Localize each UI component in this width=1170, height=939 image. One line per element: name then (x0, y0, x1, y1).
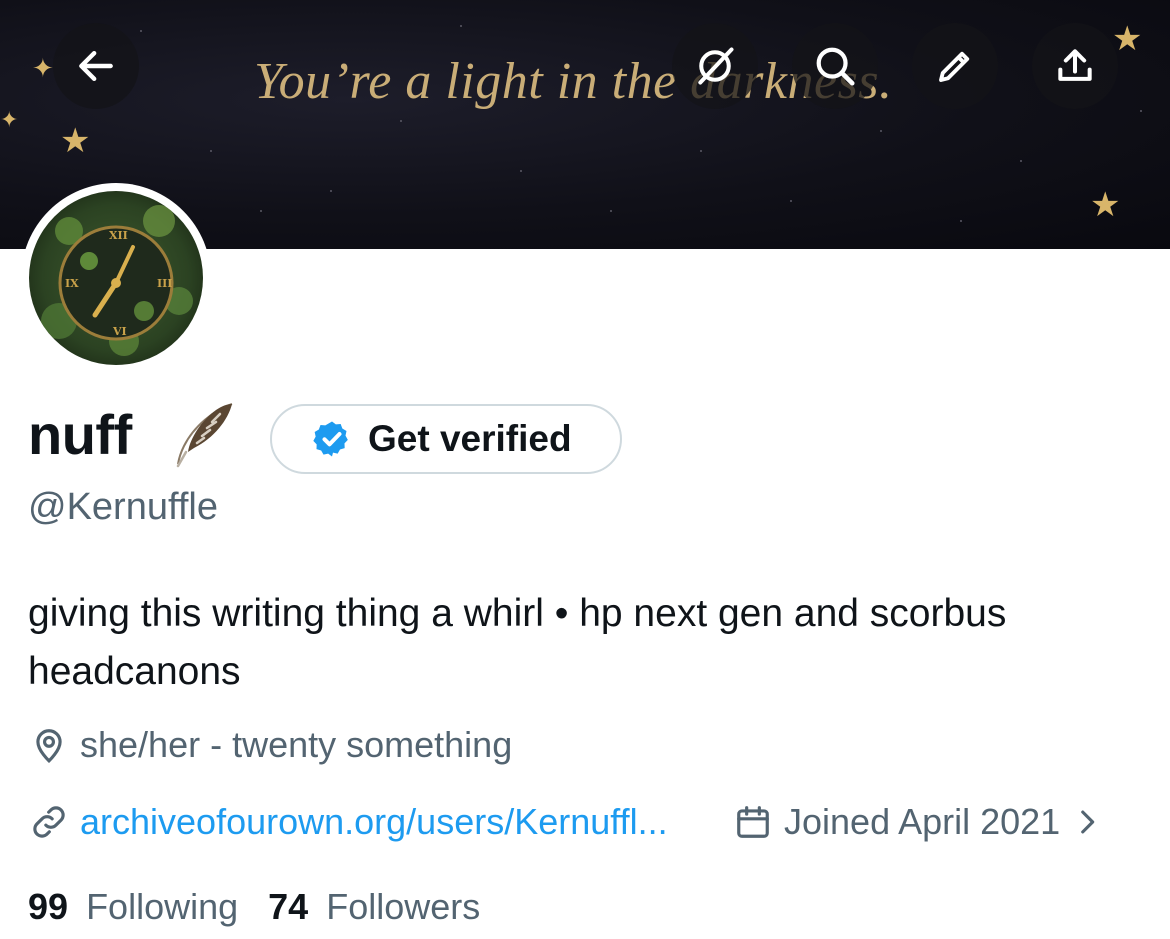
svg-text:VI: VI (112, 325, 127, 338)
verified-badge-icon (313, 421, 348, 457)
link-icon (33, 806, 65, 838)
following-link[interactable]: 99 Following (28, 886, 238, 928)
get-verified-label: Get verified (368, 418, 572, 459)
star-decoration: ✦ (0, 108, 19, 133)
grok-icon (698, 47, 734, 85)
display-name: nuff (28, 403, 132, 466)
star-decoration: ✦ (32, 54, 54, 84)
back-button[interactable] (53, 23, 139, 109)
joined-row[interactable]: Joined April 2021 (734, 801, 1104, 843)
follow-stats: 99 Following 74 Followers (28, 886, 510, 928)
grok-button[interactable] (672, 23, 758, 109)
get-verified-button[interactable]: Get verified (270, 404, 622, 474)
feather-emoji-icon (176, 403, 233, 468)
location-text: she/her - twenty something (80, 724, 513, 765)
search-icon (816, 47, 855, 86)
location-pin-icon (36, 729, 62, 763)
profile-bio: giving this writing thing a whirl • hp n… (28, 592, 1007, 693)
following-count: 99 (28, 886, 69, 927)
search-button[interactable] (792, 23, 878, 109)
location-row: she/her - twenty something (30, 724, 512, 766)
edit-pencil-icon (939, 51, 970, 82)
star-decoration: ★ (1090, 185, 1121, 225)
following-label: Following (86, 886, 239, 927)
avatar[interactable]: XII III VI IX (21, 183, 211, 373)
avatar-clock-ivy-image: XII III VI IX (29, 191, 203, 365)
star-decoration: ★ (60, 121, 91, 161)
star-decoration: ★ (1112, 19, 1143, 59)
joined-date: Joined April 2021 (784, 801, 1061, 842)
user-handle: @Kernuffle (28, 486, 218, 528)
back-arrow-icon (79, 50, 113, 82)
calendar-icon (737, 806, 769, 838)
website-link[interactable]: archiveofourown.org/users/Kernuffl... (80, 801, 668, 843)
followers-link[interactable]: 74 Followers (268, 886, 480, 928)
followers-count: 74 (268, 886, 309, 927)
edit-button[interactable] (912, 23, 998, 109)
svg-text:XII: XII (109, 229, 128, 242)
share-button[interactable] (1032, 23, 1118, 109)
followers-label: Followers (326, 886, 481, 927)
svg-text:III: III (157, 277, 172, 290)
chevron-right-icon (1081, 810, 1095, 834)
svg-text:IX: IX (65, 277, 79, 290)
share-upload-icon (1058, 49, 1092, 81)
website-row[interactable]: archiveofourown.org/users/Kernuffl... (30, 801, 668, 843)
